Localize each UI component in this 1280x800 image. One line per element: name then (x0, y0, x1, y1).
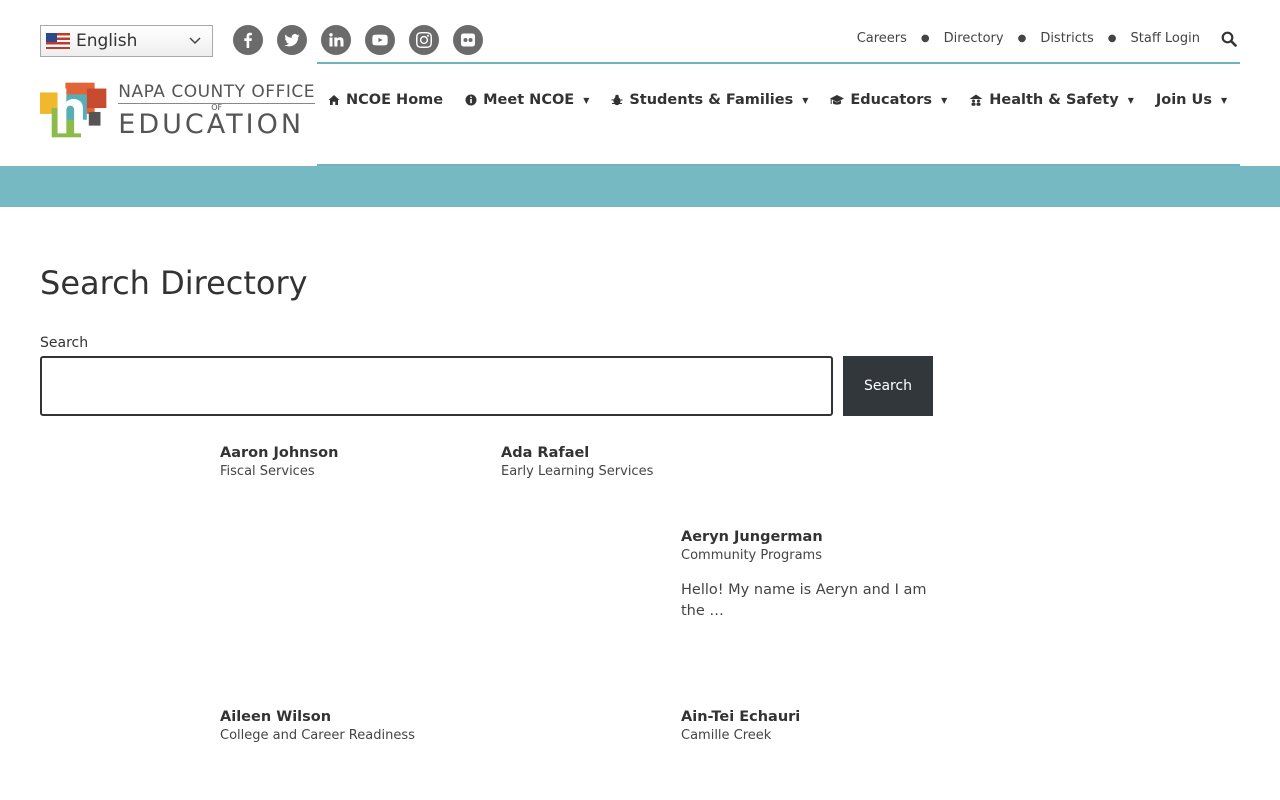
caret-down-icon: ▼ (941, 95, 948, 105)
main-nav: NCOE Home Meet NCOE ▼ Students & Familie… (328, 92, 1227, 108)
social-links (233, 25, 483, 55)
nav-item-join-us[interactable]: Join Us ▼ (1156, 92, 1227, 108)
search-input[interactable] (40, 356, 833, 416)
directory-link[interactable]: Directory (944, 31, 1004, 46)
districts-link[interactable]: Districts (1040, 31, 1093, 46)
search-label: Search (40, 335, 89, 351)
linkedin-icon[interactable] (321, 25, 351, 55)
nav-item-label: Meet NCOE (483, 92, 575, 108)
chevron-down-icon (189, 37, 201, 45)
facebook-icon[interactable] (233, 25, 263, 55)
nav-item-label: Join Us (1155, 92, 1212, 108)
nav-item-label: NCOE Home (346, 92, 444, 108)
nav-item-label: Health & Safety (989, 92, 1119, 108)
caret-down-icon: ▼ (1220, 95, 1228, 105)
careers-link[interactable]: Careers (857, 31, 907, 46)
page-title: Search Directory (40, 264, 308, 302)
person-name[interactable]: Ada Rafael (501, 445, 653, 461)
directory-entry: Ain-Tei Echauri Camille Creek (681, 709, 800, 743)
person-department: Camille Creek (681, 728, 772, 743)
people-roof-icon (969, 94, 983, 106)
person-name[interactable]: Aeryn Jungerman (681, 529, 931, 545)
youtube-icon[interactable] (365, 25, 395, 55)
site-logo[interactable]: NAPA COUNTY OFFICE OF EDUCATION (40, 80, 315, 140)
us-flag-icon (46, 33, 70, 49)
nav-top-divider (317, 62, 1240, 64)
caret-down-icon: ▼ (583, 95, 590, 105)
caret-down-icon: ▼ (1127, 95, 1134, 105)
nav-item-label: Educators (850, 92, 933, 108)
logo-line-2: EDUCATION (118, 109, 305, 140)
utility-nav: Careers ● Directory ● Districts ● Staff … (857, 31, 1200, 46)
nav-item-label: Students & Families (629, 92, 794, 108)
language-select[interactable]: English (40, 25, 213, 57)
search-button[interactable]: Search (843, 356, 933, 416)
twitter-icon[interactable] (277, 25, 307, 55)
directory-entry: Aileen Wilson College and Career Readine… (220, 709, 415, 743)
language-label: English (76, 31, 138, 51)
person-bio: Hello! My name is Aeryn and I am the … (681, 582, 927, 619)
nav-item-meet-ncoe[interactable]: Meet NCOE ▼ (465, 92, 589, 108)
separator-dot: ● (1017, 33, 1027, 44)
directory-entry: Aeryn Jungerman Community Programs Hello… (681, 529, 931, 622)
flickr-icon[interactable] (453, 25, 483, 55)
person-department: Fiscal Services (220, 464, 315, 479)
separator-dot: ● (920, 33, 930, 44)
nav-item-health-safety[interactable]: Health & Safety ▼ (969, 92, 1134, 108)
instagram-icon[interactable] (409, 25, 439, 55)
person-name[interactable]: Aaron Johnson (220, 445, 338, 461)
person-department: College and Career Readiness (220, 728, 415, 743)
search-icon[interactable] (1221, 31, 1237, 47)
ncoe-logo-mark-icon (40, 82, 107, 138)
person-name[interactable]: Ain-Tei Echauri (681, 709, 800, 725)
caret-down-icon: ▼ (802, 95, 809, 105)
separator-dot: ● (1107, 33, 1117, 44)
person-department: Early Learning Services (501, 464, 654, 479)
nav-item-educators[interactable]: Educators ▼ (830, 92, 947, 108)
staff-login-link[interactable]: Staff Login (1131, 31, 1200, 46)
home-icon (328, 95, 340, 105)
person-department: Community Programs (681, 548, 822, 563)
header-band (0, 166, 1280, 207)
person-name[interactable]: Aileen Wilson (220, 709, 415, 725)
logo-line-1: NAPA COUNTY OFFICE (118, 82, 315, 104)
directory-entry: Ada Rafael Early Learning Services (501, 445, 653, 479)
nav-item-students-families[interactable]: Students & Families ▼ (611, 92, 808, 108)
nav-item-ncoe-home[interactable]: NCOE Home (328, 92, 443, 108)
info-icon (465, 94, 477, 106)
directory-entry: Aaron Johnson Fiscal Services (220, 445, 338, 479)
graduation-cap-icon (830, 95, 845, 105)
bug-icon (611, 94, 623, 106)
